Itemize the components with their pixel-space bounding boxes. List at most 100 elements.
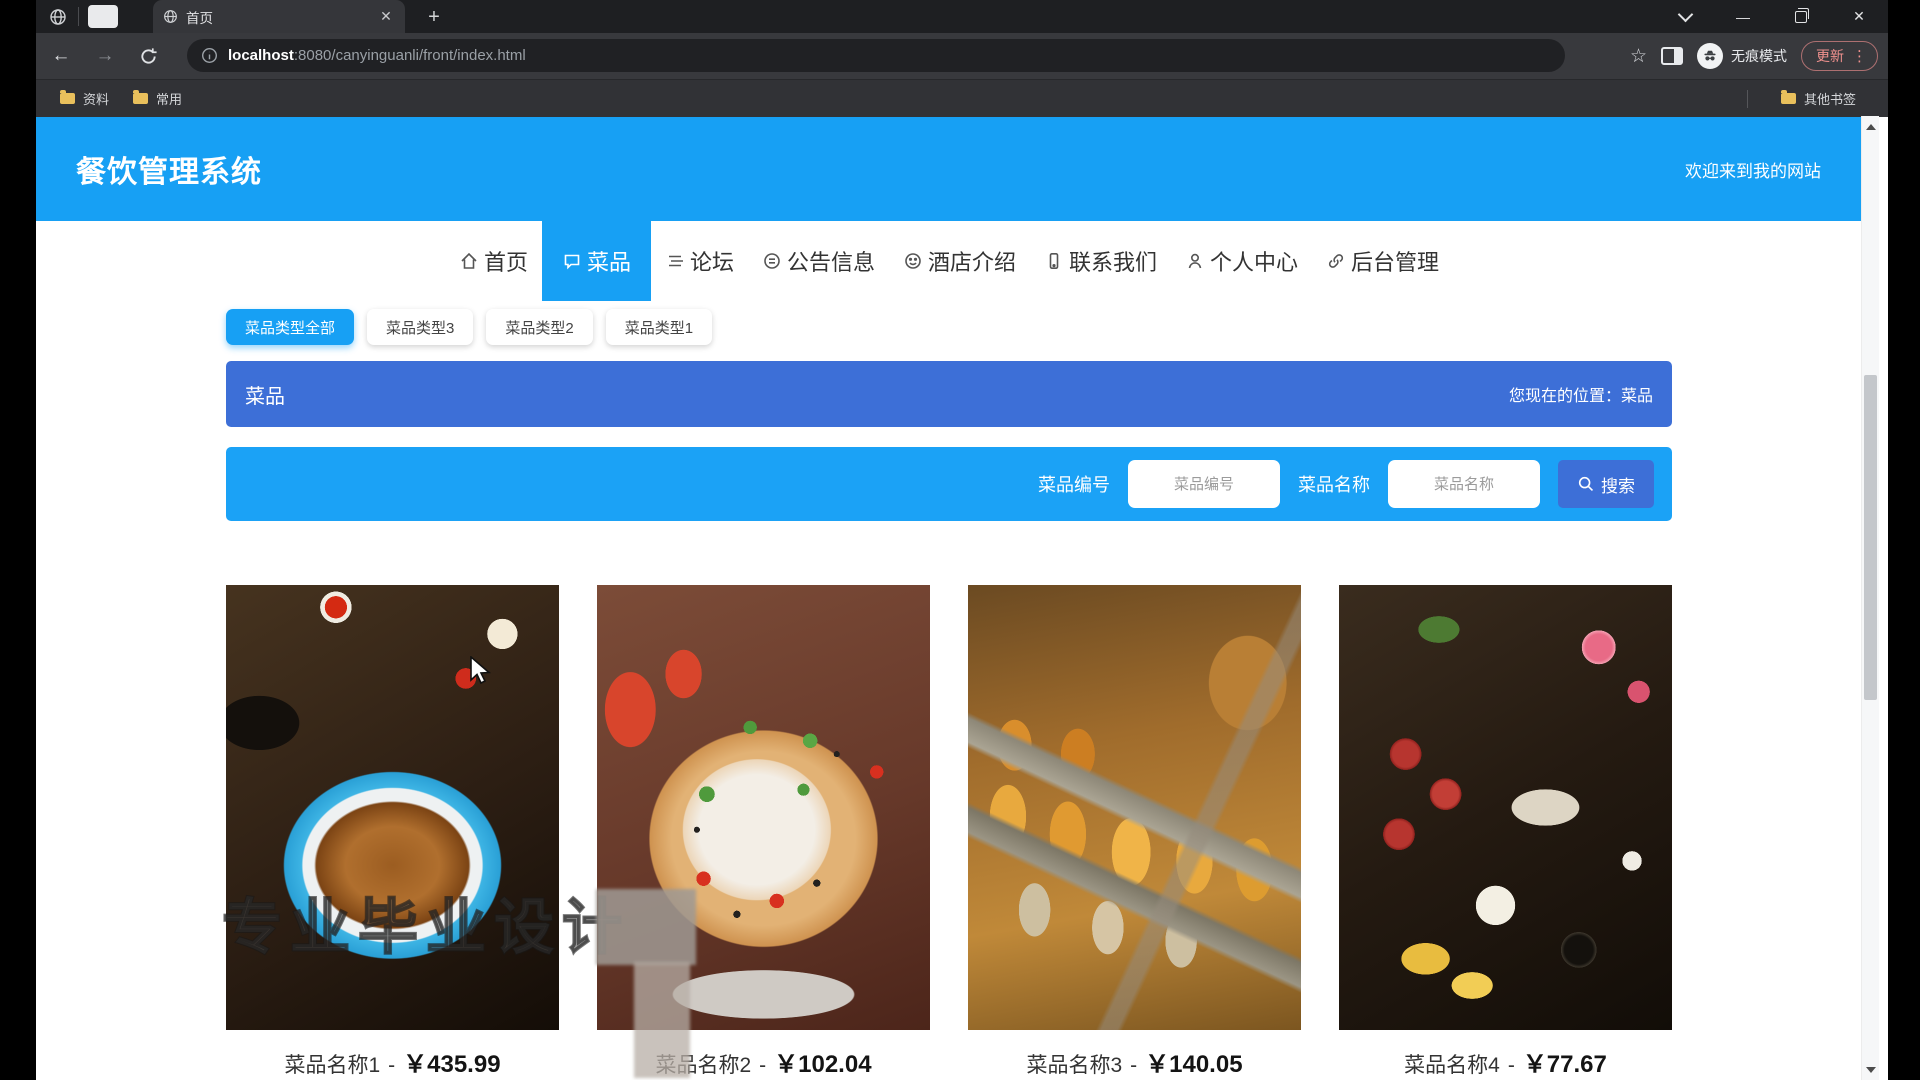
- blurred-box: [634, 962, 690, 1078]
- bookmark-label: 资料: [83, 89, 109, 108]
- address-bar[interactable]: localhost:8080/canyinguanli/front/index.…: [187, 39, 1565, 72]
- window-menu-chevron-icon[interactable]: [1656, 0, 1714, 33]
- page-scrollbar[interactable]: [1861, 116, 1879, 1080]
- reload-icon[interactable]: [135, 43, 161, 69]
- side-panel-icon[interactable]: [1661, 47, 1683, 65]
- dish-card-4[interactable]: 菜品名称4 - ￥77.67: [1339, 585, 1672, 1080]
- dish-name: 菜品名称4: [1404, 1049, 1500, 1079]
- nav-item-admin[interactable]: 后台管理: [1312, 221, 1453, 301]
- url-path: :8080/canyinguanli/front/index.html: [294, 47, 526, 64]
- mouse-cursor: [469, 656, 493, 686]
- bookmark-item[interactable]: 常用: [133, 89, 182, 108]
- globe-icon[interactable]: [44, 4, 72, 29]
- tab-close-icon[interactable]: ✕: [377, 8, 395, 25]
- folder-icon: [60, 93, 75, 104]
- chip-dish-type-2[interactable]: 菜品类型2: [486, 309, 592, 345]
- update-label: 更新: [1816, 46, 1844, 66]
- forum-icon: [665, 251, 685, 271]
- site-title: 餐饮管理系统: [76, 147, 262, 191]
- dish-card-3[interactable]: 菜品名称3 - ￥140.05: [968, 585, 1301, 1080]
- phone-icon: [1044, 251, 1064, 271]
- dish-no-input[interactable]: [1128, 460, 1280, 508]
- nav-item-dishes[interactable]: 菜品: [542, 221, 651, 301]
- incognito-icon: [1697, 43, 1723, 69]
- new-tab-button[interactable]: +: [420, 3, 448, 31]
- section-title: 菜品: [245, 380, 285, 409]
- nav-label: 首页: [484, 245, 528, 277]
- dish-price: ￥102.04: [774, 1044, 871, 1079]
- notice-icon: [762, 251, 782, 271]
- pinned-tab-thumbnail[interactable]: [88, 5, 118, 28]
- chip-dish-type-all[interactable]: 菜品类型全部: [226, 309, 354, 345]
- blurred-box: [596, 889, 696, 965]
- page-viewport: 餐饮管理系统 欢迎来到我的网站 首页 菜品 论坛 公告信息: [36, 117, 1888, 1080]
- bookmarks-divider: [1747, 90, 1748, 108]
- chip-dish-type-1[interactable]: 菜品类型1: [606, 309, 712, 345]
- url-text: localhost:8080/canyinguanli/front/index.…: [228, 47, 526, 64]
- dish-image-fried-food[interactable]: [968, 585, 1301, 1030]
- site-header: 餐饮管理系统 欢迎来到我的网站: [36, 117, 1862, 221]
- nav-item-home[interactable]: 首页: [445, 221, 542, 301]
- dish-image-charcuterie[interactable]: [1339, 585, 1672, 1030]
- dish-name-label: 菜品名称: [1298, 471, 1370, 497]
- incognito-label: 无痕模式: [1731, 46, 1787, 66]
- incognito-badge: 无痕模式: [1697, 43, 1787, 69]
- nav-item-forum[interactable]: 论坛: [651, 221, 748, 301]
- breadcrumb: 您现在的位置：菜品: [1509, 382, 1653, 406]
- tab-favicon-globe-icon: [163, 9, 178, 24]
- dish-price: ￥435.99: [403, 1044, 500, 1079]
- watermark-text: 专业毕业设计: [222, 879, 630, 966]
- nav-label: 菜品: [587, 245, 631, 277]
- dish-name: 菜品名称3: [1026, 1049, 1122, 1079]
- browser-toolbar: ← → localhost:8080/canyinguanli/front/in…: [36, 33, 1888, 79]
- scroll-up-icon[interactable]: [1862, 118, 1879, 135]
- dish-separator: -: [1508, 1054, 1515, 1078]
- tab-title: 首页: [186, 7, 377, 27]
- dish-name: 菜品名称1: [284, 1049, 380, 1079]
- dish-icon: [562, 251, 582, 271]
- site-info-icon[interactable]: [201, 47, 218, 64]
- nav-item-contact[interactable]: 联系我们: [1030, 221, 1171, 301]
- bookmark-item[interactable]: 资料: [60, 89, 109, 108]
- dish-card-label: 菜品名称4 - ￥77.67: [1339, 1030, 1672, 1080]
- smiley-icon: [903, 251, 923, 271]
- section-banner: 菜品 您现在的位置：菜品: [226, 361, 1672, 427]
- nav-label: 论坛: [690, 245, 734, 277]
- search-icon: [1577, 475, 1595, 493]
- chip-dish-type-3[interactable]: 菜品类型3: [367, 309, 473, 345]
- more-menu-icon[interactable]: ⋮: [1852, 47, 1867, 65]
- search-button[interactable]: 搜索: [1558, 460, 1654, 508]
- update-button[interactable]: 更新 ⋮: [1801, 41, 1878, 71]
- window-restore-button[interactable]: [1772, 0, 1830, 33]
- dish-no-label: 菜品编号: [1038, 471, 1110, 497]
- window-minimize-button[interactable]: —: [1714, 0, 1772, 33]
- tab-strip: 首页 ✕ + — ✕: [36, 0, 1888, 33]
- dish-name-input[interactable]: [1388, 460, 1540, 508]
- dish-card-grid: 菜品名称1 - ￥435.99 菜品名称2 - ￥102.04: [226, 585, 1672, 1080]
- dish-price: ￥140.05: [1145, 1044, 1242, 1079]
- folder-icon: [1781, 93, 1796, 104]
- scroll-down-icon[interactable]: [1862, 1061, 1879, 1078]
- nav-label: 酒店介绍: [928, 245, 1016, 277]
- folder-icon: [133, 93, 148, 104]
- nav-item-notices[interactable]: 公告信息: [748, 221, 889, 301]
- nav-label: 个人中心: [1210, 245, 1298, 277]
- tab-home[interactable]: 首页 ✕: [153, 0, 405, 33]
- nav-item-hotel-intro[interactable]: 酒店介绍: [889, 221, 1030, 301]
- browser-window: 首页 ✕ + — ✕ ← → localhost:8080/canyinguan…: [36, 0, 1888, 1080]
- bookmark-star-icon[interactable]: ☆: [1630, 45, 1647, 68]
- home-icon: [459, 251, 479, 271]
- scrollbar-thumb[interactable]: [1864, 375, 1877, 700]
- url-host: localhost: [228, 47, 294, 64]
- person-icon: [1185, 251, 1205, 271]
- welcome-text: 欢迎来到我的网站: [1685, 157, 1821, 182]
- dish-card-label: 菜品名称1 - ￥435.99: [226, 1030, 559, 1080]
- forward-button[interactable]: →: [92, 43, 118, 69]
- window-controls: — ✕: [1656, 0, 1888, 33]
- other-bookmarks-button[interactable]: 其他书签: [1781, 89, 1856, 108]
- dish-card-1[interactable]: 菜品名称1 - ￥435.99: [226, 585, 559, 1080]
- window-close-button[interactable]: ✕: [1830, 0, 1888, 33]
- back-button[interactable]: ←: [48, 43, 74, 69]
- main-navigation: 首页 菜品 论坛 公告信息 酒店介绍: [36, 221, 1862, 301]
- nav-item-profile[interactable]: 个人中心: [1171, 221, 1312, 301]
